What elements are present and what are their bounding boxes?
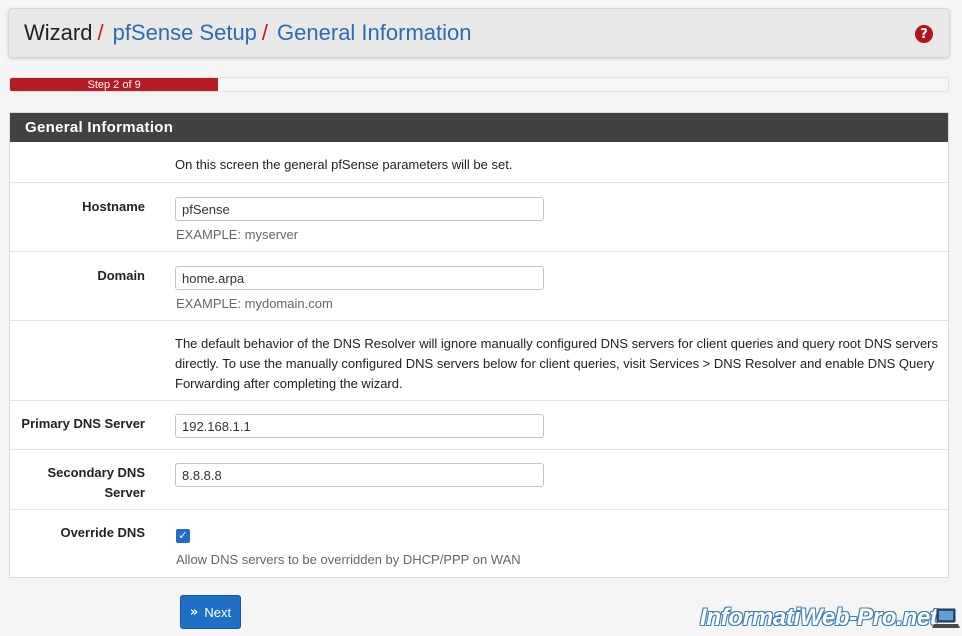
breadcrumb-bar: Wizard / pfSense Setup / General Informa…	[8, 8, 950, 58]
breadcrumb-separator: /	[261, 20, 269, 45]
hostname-label: Hostname	[82, 199, 145, 214]
domain-input[interactable]	[175, 266, 544, 290]
progress-label: Step 2 of 9	[87, 78, 141, 91]
breadcrumb-pfsense-setup-link[interactable]: pfSense Setup	[113, 8, 257, 58]
question-circle-icon[interactable]: ?	[915, 25, 933, 43]
wizard-progress-bar: Step 2 of 9	[9, 77, 949, 92]
dns-resolver-note: The default behavior of the DNS Resolver…	[175, 336, 939, 391]
secondary-dns-label: Secondary DNS Server	[47, 465, 145, 500]
secondary-dns-input[interactable]	[175, 463, 544, 487]
secondary-dns-row: Secondary DNS Server	[10, 449, 948, 509]
next-button-label: Next	[204, 604, 232, 620]
progress-fill: Step 2 of 9	[10, 78, 219, 91]
domain-label: Domain	[97, 268, 145, 283]
primary-dns-row: Primary DNS Server	[10, 400, 948, 449]
breadcrumb-general-information-link[interactable]: General Information	[277, 8, 471, 58]
breadcrumb-separator: /	[97, 20, 104, 45]
primary-dns-label: Primary DNS Server	[21, 416, 145, 431]
watermark-logo: InformatiWeb-Pro.net	[700, 604, 938, 631]
intro-row: On this screen the general pfSense param…	[10, 142, 948, 182]
hostname-input[interactable]	[175, 197, 544, 221]
panel-title: General Information	[10, 113, 948, 142]
next-button[interactable]: » Next	[180, 595, 241, 629]
override-dns-checkbox[interactable]: ✓	[176, 529, 190, 543]
domain-row: Domain EXAMPLE: mydomain.com	[10, 251, 948, 320]
override-dns-label: Override DNS	[60, 525, 145, 540]
breadcrumb-root: Wizard	[24, 20, 93, 45]
dns-note-row: The default behavior of the DNS Resolver…	[10, 320, 948, 400]
general-information-panel: General Information On this screen the g…	[9, 112, 949, 578]
hostname-hint: EXAMPLE: myserver	[176, 227, 299, 242]
intro-text: On this screen the general pfSense param…	[175, 157, 513, 172]
primary-dns-input[interactable]	[175, 414, 544, 438]
hostname-row: Hostname EXAMPLE: myserver	[10, 182, 948, 251]
override-dns-hint: Allow DNS servers to be overridden by DH…	[176, 552, 521, 567]
override-dns-row: Override DNS ✓ Allow DNS servers to be o…	[10, 509, 948, 577]
domain-hint: EXAMPLE: mydomain.com	[176, 296, 333, 311]
laptop-logo-icon	[932, 608, 960, 628]
double-chevron-right-icon: »	[189, 604, 199, 620]
